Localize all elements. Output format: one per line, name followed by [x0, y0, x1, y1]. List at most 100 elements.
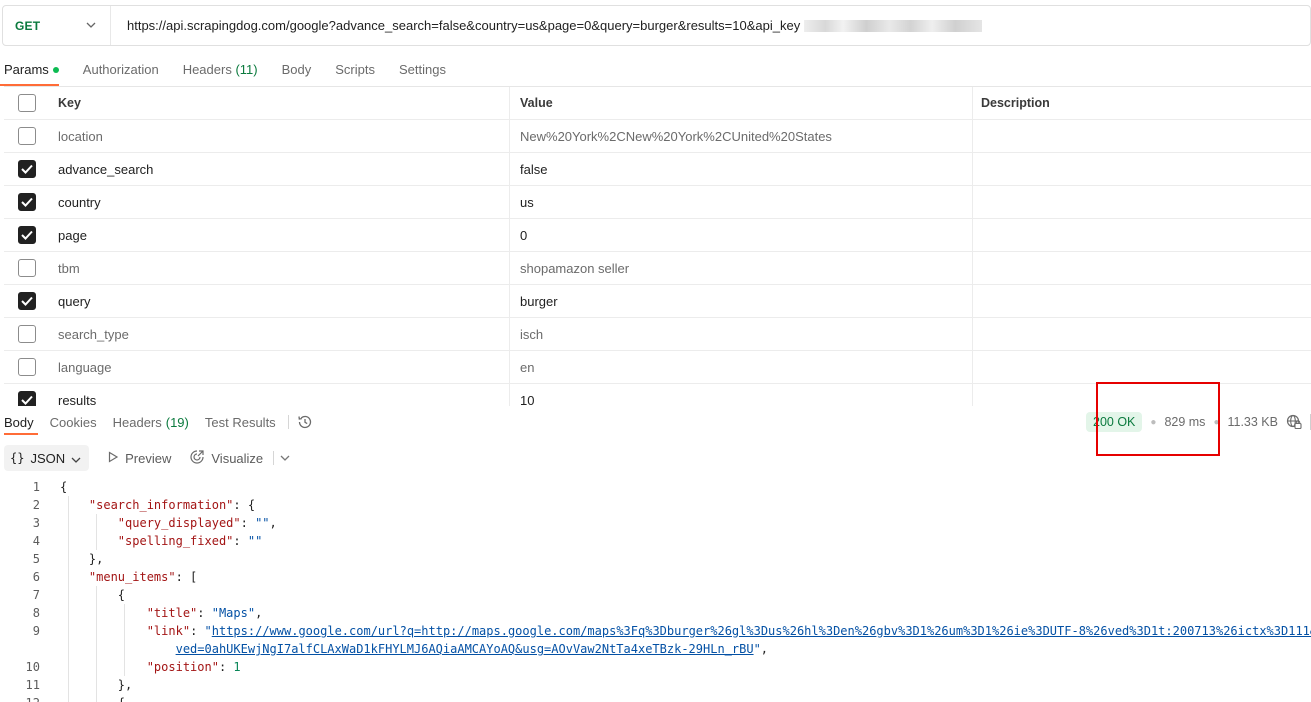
code-line: ved=0ahUKEwjNgI7alfCLAxWaD1kFHYLMJ6AQiaA…	[0, 640, 1311, 658]
code-text: "position": 1	[40, 658, 241, 676]
response-tab-headers-label: Headers	[112, 414, 162, 430]
chevron-down-icon	[71, 451, 81, 466]
response-toolbar: {} JSON Preview Visualize	[4, 444, 290, 472]
code-link[interactable]: ved=0ahUKEwjNgI7alfCLAxWaD1kFHYLMJ6AQiaA…	[176, 642, 754, 656]
indent-guide	[96, 640, 97, 658]
history-icon[interactable]	[297, 414, 313, 430]
format-selector[interactable]: {} JSON	[4, 445, 90, 471]
status-badge[interactable]: 200 OK	[1086, 412, 1143, 432]
column-header-key: Key	[50, 87, 510, 119]
tab-body[interactable]: Body	[270, 56, 324, 86]
param-enabled-checkbox[interactable]	[18, 325, 36, 343]
param-value-cell[interactable]: burger	[510, 285, 973, 317]
param-key-cell[interactable]: search_type	[50, 318, 510, 350]
response-tab-headers[interactable]: Headers (19)	[105, 406, 197, 438]
param-description-cell[interactable]	[973, 351, 1311, 383]
param-enabled-checkbox[interactable]	[18, 292, 36, 310]
visualize-button[interactable]: Visualize	[181, 445, 271, 471]
param-value-cell[interactable]: New%20York%2CNew%20York%2CUnited%20State…	[510, 120, 973, 152]
indent-guide	[124, 622, 125, 640]
param-enabled-checkbox[interactable]	[18, 358, 36, 376]
divider	[287, 415, 289, 429]
visualize-label: Visualize	[211, 450, 264, 466]
response-tab-test-results[interactable]: Test Results	[197, 406, 284, 438]
param-value-cell[interactable]: en	[510, 351, 973, 383]
tab-settings[interactable]: Settings	[387, 56, 458, 86]
visualize-options-chevron-icon[interactable]	[280, 452, 290, 464]
code-text: "title": "Maps",	[40, 604, 262, 622]
param-key-cell[interactable]: results	[50, 384, 510, 406]
params-table: Key Value Description location New%20Yor…	[4, 86, 1311, 406]
param-enabled-checkbox[interactable]	[18, 226, 36, 244]
param-value-cell[interactable]: isch	[510, 318, 973, 350]
response-tab-cookies[interactable]: Cookies	[42, 406, 105, 438]
code-token: "search_information"	[88, 498, 234, 512]
response-tab-headers-count: (19)	[165, 414, 189, 430]
line-number	[0, 640, 40, 658]
tab-authorization[interactable]: Authorization	[71, 56, 171, 86]
url-input[interactable]: https://api.scrapingdog.com/google?advan…	[111, 18, 983, 33]
param-value-cell[interactable]: shopamazon seller	[510, 252, 973, 284]
code-token: "Maps"	[211, 606, 256, 620]
response-size[interactable]: 11.33 KB	[1227, 415, 1278, 429]
param-description-cell[interactable]	[973, 252, 1311, 284]
param-enabled-checkbox[interactable]	[18, 259, 36, 277]
column-header-value: Value	[510, 87, 973, 119]
param-enabled-checkbox[interactable]	[18, 391, 36, 406]
tab-params[interactable]: Params	[0, 56, 71, 86]
param-description-cell[interactable]	[973, 384, 1311, 406]
line-number: 9	[32, 624, 40, 638]
response-tab-body[interactable]: Body	[0, 406, 42, 438]
param-key-cell[interactable]: page	[50, 219, 510, 251]
param-description-cell[interactable]	[973, 318, 1311, 350]
code-link[interactable]: https://www.google.com/url?q=http://maps…	[212, 624, 1311, 638]
code-text: "link": "https://www.google.com/url?q=ht…	[40, 622, 1311, 640]
code-token: ""	[247, 534, 263, 548]
param-key-cell[interactable]: country	[50, 186, 510, 218]
param-value-cell[interactable]: 0	[510, 219, 973, 251]
code-text: "search_information": {	[40, 496, 255, 514]
param-description-cell[interactable]	[973, 153, 1311, 185]
param-key-cell[interactable]: tbm	[50, 252, 510, 284]
method-selector[interactable]: GET	[3, 6, 111, 45]
param-value-cell[interactable]: us	[510, 186, 973, 218]
tab-settings-label: Settings	[398, 62, 446, 77]
param-description-cell[interactable]	[973, 285, 1311, 317]
param-description-cell[interactable]	[973, 120, 1311, 152]
tab-scripts[interactable]: Scripts	[323, 56, 387, 86]
param-description-cell[interactable]	[973, 219, 1311, 251]
param-value-cell[interactable]: false	[510, 153, 973, 185]
code-text: "spelling_fixed": ""	[40, 532, 262, 550]
code-token: {	[118, 696, 125, 702]
line-number: 4	[32, 534, 40, 548]
code-token: : {	[233, 498, 256, 512]
param-key-cell[interactable]: query	[50, 285, 510, 317]
globe-lock-icon[interactable]	[1286, 414, 1302, 430]
response-tab-body-label: Body	[4, 414, 34, 430]
indent-guide	[68, 496, 69, 514]
param-value-cell[interactable]: 10	[510, 384, 973, 406]
play-outline-icon	[107, 450, 119, 466]
param-enabled-checkbox[interactable]	[18, 127, 36, 145]
chevron-down-icon	[86, 20, 96, 31]
param-enabled-checkbox[interactable]	[18, 160, 36, 178]
code-token: "	[753, 642, 761, 656]
code-token: ,	[255, 606, 263, 620]
preview-button[interactable]: Preview	[99, 445, 179, 471]
response-time[interactable]: 829 ms	[1164, 415, 1205, 429]
tab-params-label: Params	[4, 62, 49, 77]
param-key-cell[interactable]: location	[50, 120, 510, 152]
param-enabled-checkbox[interactable]	[18, 193, 36, 211]
param-description-cell[interactable]	[973, 186, 1311, 218]
param-key-cell[interactable]: advance_search	[50, 153, 510, 185]
indent-guide	[96, 676, 97, 694]
param-key-cell[interactable]: language	[50, 351, 510, 383]
tab-headers[interactable]: Headers (11)	[171, 56, 270, 86]
select-all-checkbox[interactable]	[18, 94, 36, 112]
code-text: ved=0ahUKEwjNgI7alfCLAxWaD1kFHYLMJ6AQiaA…	[40, 640, 768, 658]
code-line: 8 "title": "Maps",	[0, 604, 1311, 622]
response-body-code[interactable]: 1{2 "search_information": {3 "query_disp…	[0, 478, 1311, 702]
